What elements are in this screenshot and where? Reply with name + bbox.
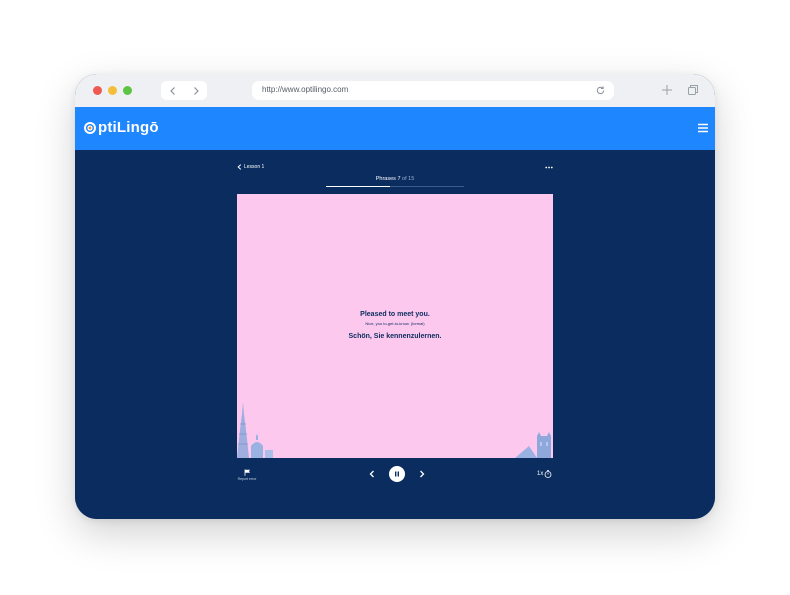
- back-icon: [169, 86, 175, 95]
- reload-icon[interactable]: [595, 85, 606, 96]
- lesson-area: Lesson 1 Phrases 7 of 15 Pleased to meet…: [75, 150, 715, 519]
- address-bar[interactable]: http://www.optilingo.com: [252, 81, 614, 100]
- chevron-left-icon: [237, 164, 242, 170]
- back-button[interactable]: [161, 81, 184, 100]
- progress-total: of 15: [402, 176, 415, 182]
- speed-label: 1x: [537, 471, 544, 477]
- back-to-lesson-link[interactable]: Lesson 1: [237, 164, 264, 170]
- report-error-button[interactable]: Report error: [235, 469, 259, 481]
- brand-name: ptiLingō: [98, 119, 159, 136]
- browser-chrome: http://www.optilingo.com: [75, 74, 715, 107]
- chevron-left-icon[interactable]: [368, 470, 376, 478]
- progress-current: 7: [397, 176, 401, 182]
- url-text: http://www.optilingo.com: [262, 85, 349, 94]
- pause-button[interactable]: [389, 466, 405, 482]
- maximize-window-button[interactable]: [123, 86, 132, 95]
- playback-speed-button[interactable]: 1x: [537, 470, 552, 478]
- new-tab-icon[interactable]: [661, 84, 673, 96]
- tabs-icon[interactable]: [687, 84, 699, 96]
- hamburger-icon[interactable]: [697, 122, 709, 134]
- chevron-right-icon[interactable]: [418, 470, 426, 478]
- browser-window: http://www.optilingo.com ptiLingō Lesson…: [75, 74, 715, 519]
- phrase-literal-translation: Nice, you to-get-to-know. (formal): [365, 321, 425, 326]
- phrase-progress-label: Phrases 7 of 15: [326, 176, 464, 182]
- playback-controls: Report error 1x: [75, 464, 715, 488]
- eiffel-tower-illustration: [237, 402, 273, 458]
- phrase-english: Pleased to meet you.: [360, 311, 430, 318]
- timer-icon: [544, 470, 552, 478]
- phrase-german: Schön, Sie kennenzulernen.: [348, 333, 442, 340]
- close-window-button[interactable]: [93, 86, 102, 95]
- minimize-window-button[interactable]: [108, 86, 117, 95]
- report-error-label: Report error: [237, 477, 257, 481]
- progress-prefix: Phrases: [375, 176, 396, 182]
- pause-icon: [395, 471, 399, 477]
- optilingo-logo[interactable]: ptiLingō: [83, 119, 159, 136]
- forward-button[interactable]: [184, 81, 207, 100]
- history-nav: [161, 81, 207, 100]
- progress-bar: [326, 186, 464, 187]
- progress-bar-fill: [326, 186, 391, 187]
- flag-icon: [244, 469, 250, 476]
- city-skyline-illustration: [515, 432, 551, 458]
- logo-o-icon: [84, 121, 96, 134]
- back-link-label: Lesson 1: [244, 164, 265, 170]
- app-header: ptiLingō: [75, 107, 715, 150]
- forward-icon: [193, 86, 199, 95]
- phrase-card[interactable]: Pleased to meet you. Nice, you to-get-to…: [237, 194, 553, 458]
- more-options-icon[interactable]: [545, 166, 553, 169]
